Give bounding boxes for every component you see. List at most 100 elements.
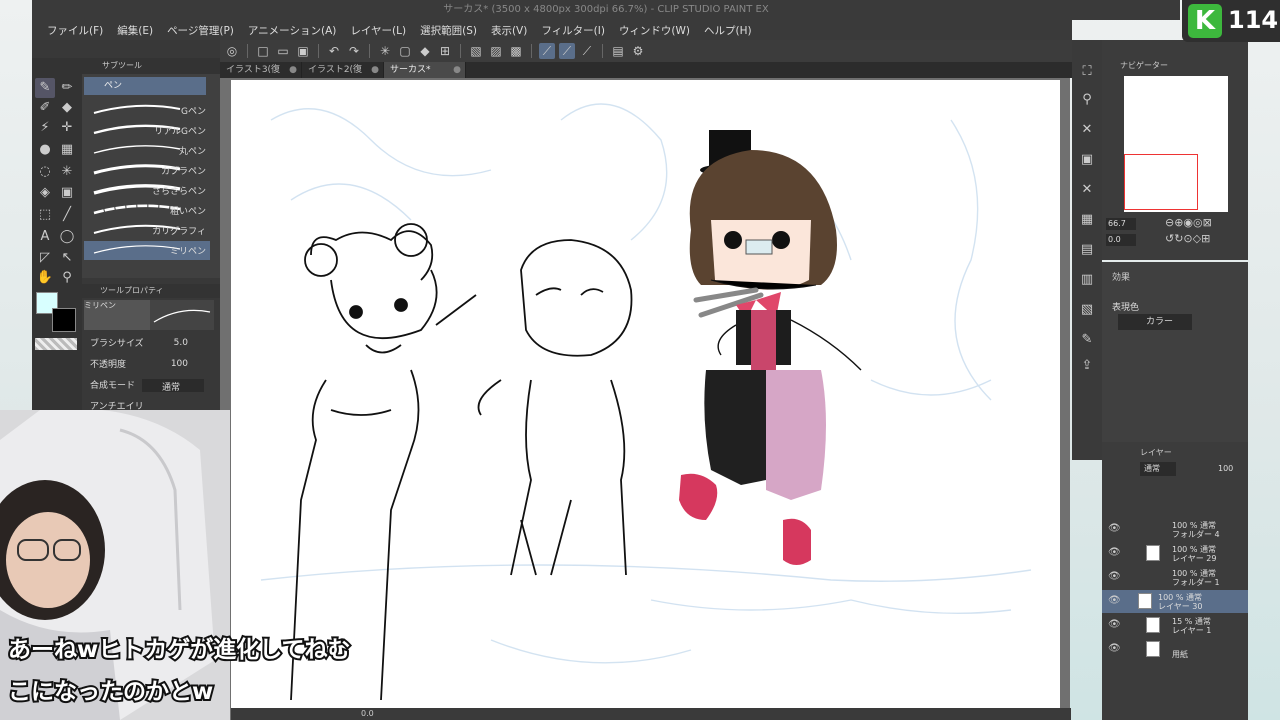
snap-ruler-icon[interactable]: ⟋ bbox=[539, 43, 555, 59]
brush-smooth-pen[interactable]: さらさらペン bbox=[84, 181, 210, 200]
menu-help[interactable]: ヘルプ(H) bbox=[697, 23, 759, 38]
layer-row-selected[interactable]: 👁 100 % 通常 レイヤー 30 bbox=[1102, 590, 1248, 613]
zoom-buttons[interactable]: ⊖⊕◉◎⊠ bbox=[1165, 216, 1212, 229]
layer-opacity[interactable]: 100 bbox=[1218, 464, 1233, 473]
history-icon[interactable]: ▣ bbox=[1077, 150, 1097, 170]
brush-milli-pen[interactable]: ミリペン bbox=[84, 241, 210, 260]
pencil-tool-icon[interactable]: ✏ bbox=[57, 78, 77, 98]
balloon-tool-icon[interactable]: ◯ bbox=[57, 227, 77, 247]
menu-filter[interactable]: フィルター(I) bbox=[534, 23, 612, 38]
opacity-row[interactable]: 不透明度 100 bbox=[90, 357, 210, 373]
clear-icon[interactable]: ▢ bbox=[397, 43, 413, 59]
tab-close-icon[interactable]: ● bbox=[371, 62, 379, 78]
brush-size-value[interactable]: 5.0 bbox=[174, 338, 188, 348]
layer-row[interactable]: 👁 用紙 bbox=[1102, 638, 1248, 661]
eraser-tool-icon[interactable]: ◆ bbox=[57, 98, 77, 118]
menu-view[interactable]: 表示(V) bbox=[484, 23, 534, 38]
menu-page[interactable]: ページ管理(P) bbox=[160, 23, 241, 38]
grid-icon[interactable]: ▦ bbox=[1077, 210, 1097, 230]
save-icon[interactable]: ▣ bbox=[295, 43, 311, 59]
visibility-eye-icon[interactable]: 👁 bbox=[1108, 571, 1121, 582]
deselect-icon[interactable]: ▧ bbox=[468, 43, 484, 59]
invert-icon[interactable]: ▩ bbox=[508, 43, 524, 59]
edit-icon[interactable]: ✎ bbox=[1077, 330, 1097, 350]
wand-tool-icon[interactable]: ✳ bbox=[57, 162, 77, 182]
new-file-icon[interactable]: □ bbox=[255, 43, 271, 59]
settings-icon[interactable]: ▤ bbox=[610, 43, 626, 59]
tab-circus[interactable]: サーカス* ● bbox=[384, 62, 466, 78]
delete-icon[interactable]: ✕ bbox=[1077, 180, 1097, 200]
opacity-value[interactable]: 100 bbox=[171, 359, 188, 369]
visibility-eye-icon[interactable]: 👁 bbox=[1108, 547, 1121, 558]
crop-icon[interactable]: ▨ bbox=[488, 43, 504, 59]
transparent-color-swatch[interactable] bbox=[35, 338, 77, 350]
brush-size-row[interactable]: ブラシサイズ 5.0 bbox=[90, 336, 210, 352]
rotate-buttons[interactable]: ↺↻⊙◇⊞ bbox=[1165, 232, 1210, 245]
fill-tool-icon[interactable]: ◈ bbox=[35, 183, 55, 203]
paste-icon[interactable]: ▧ bbox=[1077, 300, 1097, 320]
brush-g-pen[interactable]: Gペン bbox=[84, 101, 210, 120]
line-tool-icon[interactable]: ╱ bbox=[57, 205, 77, 225]
hand-tool-icon[interactable]: ✋ bbox=[35, 268, 55, 288]
loading-icon[interactable]: ✳ bbox=[377, 43, 393, 59]
move-tool-icon[interactable]: ✛ bbox=[57, 118, 77, 138]
menu-selection[interactable]: 選択範囲(S) bbox=[413, 23, 484, 38]
visibility-eye-icon[interactable]: 👁 bbox=[1108, 595, 1121, 606]
tone-tool-icon[interactable]: ▣ bbox=[57, 183, 77, 203]
tab-illust3[interactable]: イラスト3(復元)*● bbox=[220, 62, 302, 91]
clip-studio-icon[interactable]: ◎ bbox=[224, 43, 240, 59]
visibility-eye-icon[interactable]: 👁 bbox=[1108, 523, 1121, 534]
redo-icon[interactable]: ↷ bbox=[346, 43, 362, 59]
layer-row[interactable]: 👁 15 % 通常 レイヤー 1 bbox=[1102, 614, 1248, 637]
preferences-icon[interactable]: ⚙ bbox=[630, 43, 646, 59]
navigator-rotation[interactable]: 0.0 bbox=[1106, 234, 1136, 246]
tab-close-icon[interactable]: ● bbox=[453, 62, 461, 78]
brush-rough-pen[interactable]: 粗いペン bbox=[84, 201, 210, 220]
snap-special-ruler-icon[interactable]: ⟋ bbox=[559, 43, 575, 59]
close-panel-icon[interactable]: ✕ bbox=[1077, 120, 1097, 140]
tab-illust2[interactable]: イラスト2(復元)*● bbox=[302, 62, 384, 91]
menu-file[interactable]: ファイル(F) bbox=[40, 23, 110, 38]
blend-tool-icon[interactable]: ● bbox=[35, 140, 55, 160]
open-file-icon[interactable]: ▭ bbox=[275, 43, 291, 59]
brush-kabura-pen[interactable]: カブラペン bbox=[84, 161, 210, 180]
undo-icon[interactable]: ↶ bbox=[326, 43, 342, 59]
copy-icon[interactable]: ▥ bbox=[1077, 270, 1097, 290]
fill-icon[interactable]: ◆ bbox=[417, 43, 433, 59]
lasso-tool-icon[interactable]: ◌ bbox=[35, 162, 55, 182]
navigator-zoom[interactable]: 66.7 bbox=[1106, 218, 1136, 230]
menu-edit[interactable]: 編集(E) bbox=[110, 23, 160, 38]
sub-color-swatch[interactable] bbox=[52, 308, 76, 332]
stack-icon[interactable]: ▤ bbox=[1077, 240, 1097, 260]
visibility-eye-icon[interactable]: 👁 bbox=[1108, 619, 1121, 630]
visibility-eye-icon[interactable]: 👁 bbox=[1108, 643, 1121, 654]
menu-window[interactable]: ウィンドウ(W) bbox=[612, 23, 697, 38]
material-icon[interactable]: ⛶ bbox=[1077, 62, 1097, 82]
drawing-canvas[interactable] bbox=[231, 80, 1060, 708]
menu-layer[interactable]: レイヤー(L) bbox=[343, 23, 413, 38]
layer-row[interactable]: 👁 100 % 通常 フォルダー 1 bbox=[1102, 566, 1248, 589]
gradient-tool-icon[interactable]: ▦ bbox=[57, 140, 77, 160]
layer-row[interactable]: 👁 100 % 通常 フォルダー 4 bbox=[1102, 518, 1248, 541]
brush-calligraphy[interactable]: カリグラフィ bbox=[84, 221, 210, 240]
brush-round-pen[interactable]: 丸ペン bbox=[84, 141, 210, 160]
navigator-viewport[interactable] bbox=[1124, 154, 1198, 210]
subtool-group-pen[interactable]: ペン bbox=[84, 77, 206, 95]
export-icon[interactable]: ⇪ bbox=[1077, 356, 1097, 376]
eyedropper-tool-icon[interactable]: ⚲ bbox=[57, 268, 77, 288]
select-tool-icon[interactable]: ⚡ bbox=[35, 118, 55, 138]
snap-grid-icon[interactable]: ⟋ bbox=[579, 43, 595, 59]
layer-blend-select[interactable]: 通常 bbox=[1140, 462, 1176, 476]
brush-real-g-pen[interactable]: リアルGペン bbox=[84, 121, 210, 140]
menu-animation[interactable]: アニメーション(A) bbox=[241, 23, 343, 38]
transform-icon[interactable]: ⊞ bbox=[437, 43, 453, 59]
figure-tool-icon[interactable]: ⬚ bbox=[35, 205, 55, 225]
frame-tool-icon[interactable]: ◸ bbox=[35, 248, 55, 268]
brush-tool-icon[interactable]: ✐ bbox=[35, 98, 55, 118]
blend-mode-row[interactable]: 合成モード 通常 bbox=[90, 378, 210, 394]
layer-row[interactable]: 👁 100 % 通常 レイヤー 29 bbox=[1102, 542, 1248, 565]
ruler-tool-icon[interactable]: ↖ bbox=[57, 248, 77, 268]
text-tool-icon[interactable]: A bbox=[35, 227, 55, 247]
pen-tool-icon[interactable]: ✎ bbox=[35, 78, 55, 98]
tab-close-icon[interactable]: ● bbox=[289, 62, 297, 78]
